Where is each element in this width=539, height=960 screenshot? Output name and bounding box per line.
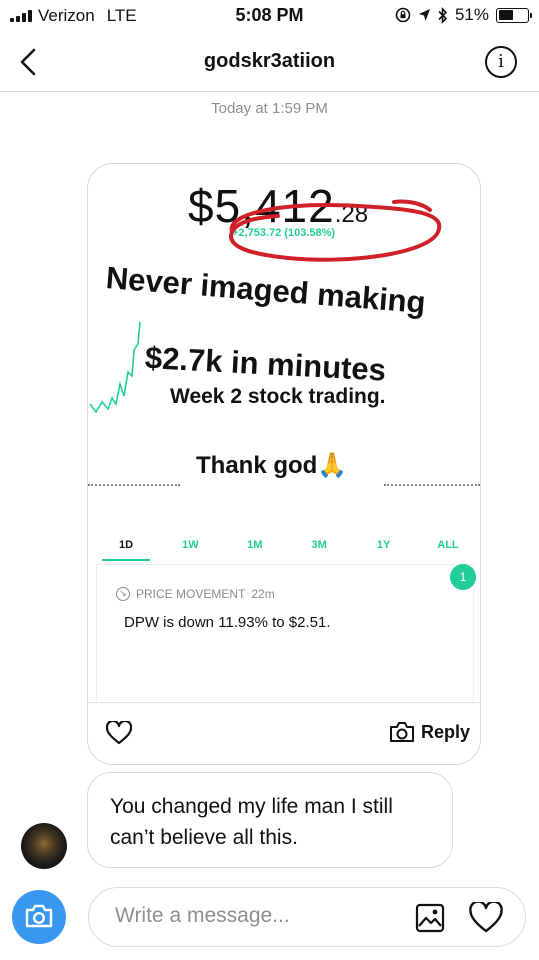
reply-button[interactable]: Reply — [389, 721, 470, 743]
camera-outline-icon — [389, 722, 414, 742]
status-icons: 51% — [395, 5, 532, 25]
info-icon[interactable]: i — [485, 46, 517, 78]
status-bar: Verizon LTE 5:08 PM 51% — [0, 0, 539, 34]
message-input[interactable]: Write a message... — [88, 887, 526, 947]
battery-percent: 51% — [454, 5, 489, 24]
story-text-line-3: Week 2 stock trading. — [170, 385, 386, 408]
lock-rotation-icon — [395, 7, 411, 23]
reply-label: Reply — [420, 721, 470, 742]
avatar[interactable] — [21, 823, 67, 869]
range-tab-all: ALL — [437, 539, 459, 551]
story-actions: Reply — [88, 702, 480, 764]
gallery-icon[interactable] — [415, 903, 445, 933]
red-circle-annotation — [229, 199, 442, 262]
incoming-message-bubble[interactable]: You changed my life man I still can’t be… — [87, 772, 453, 868]
news-text: DPW is down 11.93% to $2.51. — [124, 614, 331, 631]
message-composer: Write a message... — [0, 880, 539, 960]
news-header: ↘ PRICE MOVEMENT 22m — [116, 587, 275, 601]
chat-header: godskr3atiion i — [0, 34, 539, 92]
news-card — [96, 564, 474, 704]
notification-badge: 1 — [450, 564, 476, 590]
baseline-dots-left — [88, 484, 180, 486]
range-tab-1w: 1W — [182, 539, 199, 551]
range-tab-1d: 1D — [102, 539, 150, 561]
price-movement-icon: ↘ — [116, 587, 130, 601]
camera-icon — [25, 904, 53, 928]
location-icon — [418, 9, 430, 21]
story-text-line-2: $2.7k in minutes — [144, 340, 387, 388]
news-label: PRICE MOVEMENT — [136, 587, 246, 601]
range-tab-1y: 1Y — [376, 539, 391, 551]
story-screenshot: $5,412.28 +2,753.72 (103.58%) Never imag… — [88, 164, 480, 704]
range-tabs: 1D 1W 1M 3M 1Y ALL — [102, 539, 472, 561]
bluetooth-icon — [438, 6, 448, 24]
praying-hands-icon: 🙏 — [317, 452, 348, 479]
message-timestamp: Today at 1:59 PM — [211, 100, 328, 117]
price-sparkline — [89, 321, 141, 414]
range-tab-3m: 3M — [311, 539, 327, 551]
heart-icon[interactable] — [106, 721, 132, 745]
news-age: 22m — [251, 587, 275, 601]
range-tab-1m: 1M — [247, 539, 263, 551]
chat-title[interactable]: godskr3atiion — [0, 50, 539, 73]
battery-icon — [496, 7, 532, 23]
message-placeholder: Write a message... — [115, 904, 290, 927]
baseline-dots-right — [384, 484, 480, 486]
camera-button[interactable] — [12, 890, 66, 944]
story-text-line-4: Thank god🙏 — [196, 451, 347, 480]
thank-text: Thank god — [196, 452, 318, 479]
heart-icon[interactable] — [469, 902, 503, 933]
story-reply-card[interactable]: $5,412.28 +2,753.72 (103.58%) Never imag… — [87, 163, 481, 765]
